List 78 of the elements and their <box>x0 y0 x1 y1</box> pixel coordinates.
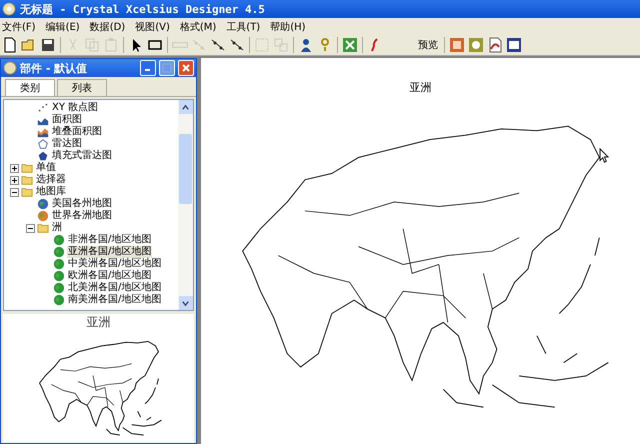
tree-item[interactable]: 面积图 <box>51 114 83 126</box>
tree-item[interactable]: 亚洲各国/地区地图 <box>67 246 152 258</box>
save-icon <box>40 37 56 53</box>
tree-item[interactable]: 南美洲各国/地区地图 <box>67 294 162 306</box>
tree-item[interactable]: 地图库 <box>35 186 67 198</box>
tree-item[interactable]: 北美洲各国/地区地图 <box>67 282 162 294</box>
preview-title: 亚洲 <box>86 314 110 331</box>
folder-icon <box>21 162 33 174</box>
tree-item[interactable]: 中美洲各国/地区地图 <box>67 258 162 270</box>
globe-icon <box>37 198 49 210</box>
globe-icon <box>53 258 65 270</box>
menu-item[interactable]: 视图(V) <box>135 20 170 34</box>
preview-button[interactable]: 预览 <box>415 37 441 53</box>
tree-item[interactable]: 欧洲各国/地区地图 <box>67 270 152 282</box>
maximize-icon <box>162 63 172 73</box>
vertical-scrollbar[interactable] <box>178 100 193 310</box>
pointer-cursor-icon <box>599 148 610 164</box>
person-icon <box>298 37 314 53</box>
tool-button[interactable] <box>39 36 57 54</box>
tree-item[interactable]: 世界各洲地图 <box>51 210 113 222</box>
menu-item[interactable]: 格式(M) <box>180 20 216 34</box>
menu-item[interactable]: 帮助(H) <box>270 20 306 34</box>
radar-chart-icon <box>37 150 49 162</box>
tree-item[interactable]: XY 散点图 <box>51 102 100 114</box>
spreadsheet-icon <box>342 37 358 53</box>
radar-chart-icon <box>37 138 49 150</box>
expander-toggle[interactable] <box>26 224 35 232</box>
app-icon <box>2 2 16 16</box>
tree-item[interactable]: 单值 <box>35 162 57 174</box>
close-button[interactable] <box>178 60 194 76</box>
connector-icon <box>191 37 207 53</box>
maximize-button[interactable] <box>159 60 175 76</box>
document-icon <box>506 37 522 53</box>
tree-item[interactable]: 非洲各国/地区地图 <box>67 234 152 246</box>
tree-item[interactable]: 选择器 <box>35 174 67 186</box>
tree-item[interactable]: 洲 <box>51 222 63 234</box>
globe-icon <box>37 210 49 222</box>
tree-item[interactable]: 雷达图 <box>51 138 83 150</box>
folder-icon <box>37 222 49 234</box>
scroll-down-icon[interactable] <box>181 298 190 308</box>
paste-icon <box>103 37 119 53</box>
panel-tab[interactable]: 列表 <box>57 79 107 96</box>
connector-icon <box>229 37 245 53</box>
tree-item[interactable]: 美国各州地图 <box>51 198 113 210</box>
panel-icon <box>3 61 17 75</box>
scroll-up-icon[interactable] <box>181 102 190 112</box>
pdf-icon <box>487 37 503 53</box>
copy-icon <box>84 37 100 53</box>
overlapping-squares-icon <box>273 37 289 53</box>
expander-toggle[interactable] <box>10 188 19 196</box>
expander-toggle[interactable] <box>10 164 19 172</box>
window-title: 无标题 - Crystal Xcelsius Designer 4.5 <box>20 2 265 16</box>
tree-item[interactable]: 填充式雷达图 <box>51 150 113 162</box>
folder-icon <box>21 174 33 186</box>
minimize-button[interactable] <box>140 60 156 76</box>
area-chart-icon <box>37 126 49 138</box>
map-title: 亚洲 <box>410 80 432 95</box>
panel-tab[interactable]: 类别 <box>5 79 55 96</box>
close-icon <box>181 63 191 73</box>
new-file-icon <box>2 37 18 53</box>
bar-icon <box>172 42 188 48</box>
scatter-chart-icon <box>37 102 49 114</box>
dashed-square-icon <box>254 37 270 53</box>
tree-item[interactable]: 堆叠面积图 <box>51 126 103 138</box>
menu-item[interactable]: 工具(T) <box>226 20 260 34</box>
globe-icon <box>53 234 65 246</box>
menu-item[interactable]: 数据(D) <box>90 20 126 34</box>
globe-icon <box>53 246 65 258</box>
globe-icon <box>53 294 65 306</box>
expander-toggle[interactable] <box>10 176 19 184</box>
folder-icon <box>21 186 33 198</box>
menu-item[interactable]: 编辑(E) <box>46 20 80 34</box>
connector-icon <box>210 37 226 53</box>
menu-item[interactable]: 文件(F) <box>2 20 36 34</box>
export-button[interactable] <box>505 36 523 54</box>
panel-title: 部件 - 默认值 <box>20 60 88 76</box>
globe-icon <box>53 282 65 294</box>
globe-icon <box>53 270 65 282</box>
